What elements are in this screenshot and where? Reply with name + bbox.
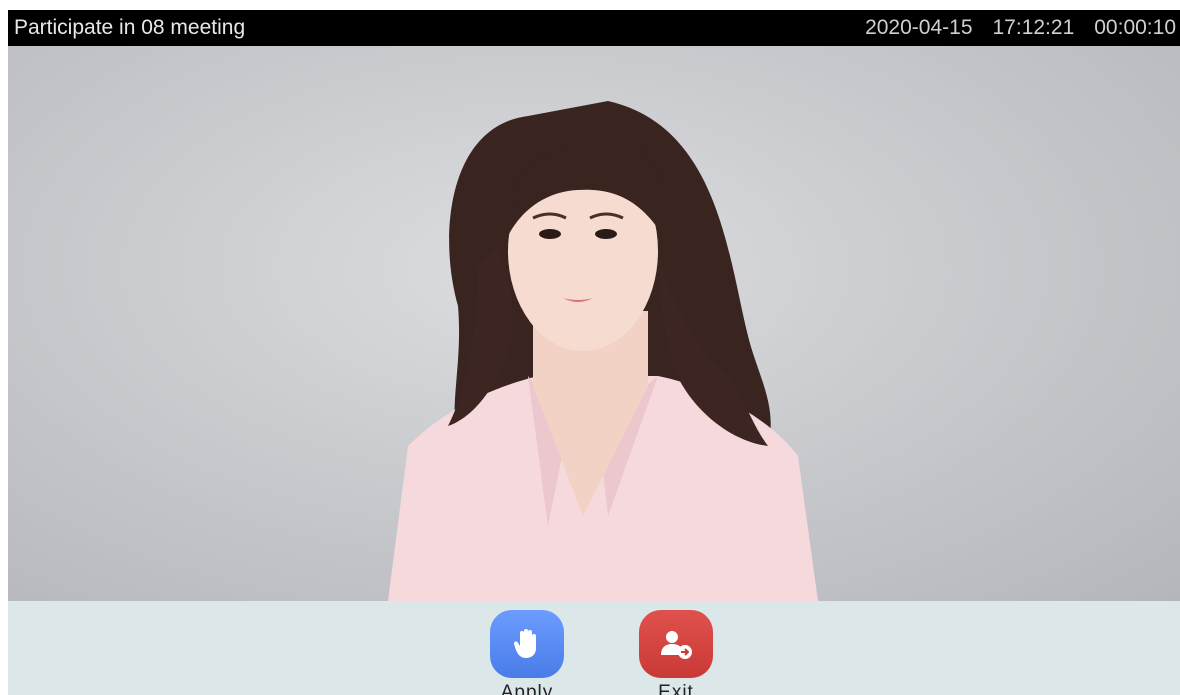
participant-video-icon: [388, 101, 818, 601]
duration-display: 00:00:10: [1094, 16, 1176, 39]
apply-label: Apply: [500, 682, 554, 695]
meeting-title: Participate in 08 meeting: [14, 16, 246, 39]
exit-label: Exit: [658, 682, 694, 695]
control-bar: Apply Exit: [8, 601, 1180, 695]
raise-hand-icon[interactable]: [490, 610, 564, 678]
meeting-screen: Participate in 08 meeting 2020-04-15 17:…: [8, 10, 1180, 695]
date-display: 2020-04-15: [865, 16, 973, 39]
exit-user-icon[interactable]: [639, 610, 713, 678]
participant-video: [8, 46, 1180, 601]
exit-button[interactable]: Exit: [638, 610, 714, 695]
apply-button[interactable]: Apply: [489, 610, 565, 695]
time-display: 17:12:21: [992, 16, 1075, 39]
top-status-bar: Participate in 08 meeting 2020-04-15 17:…: [8, 10, 1180, 46]
status-info: 2020-04-15 17:12:21 00:00:10: [865, 16, 1176, 40]
